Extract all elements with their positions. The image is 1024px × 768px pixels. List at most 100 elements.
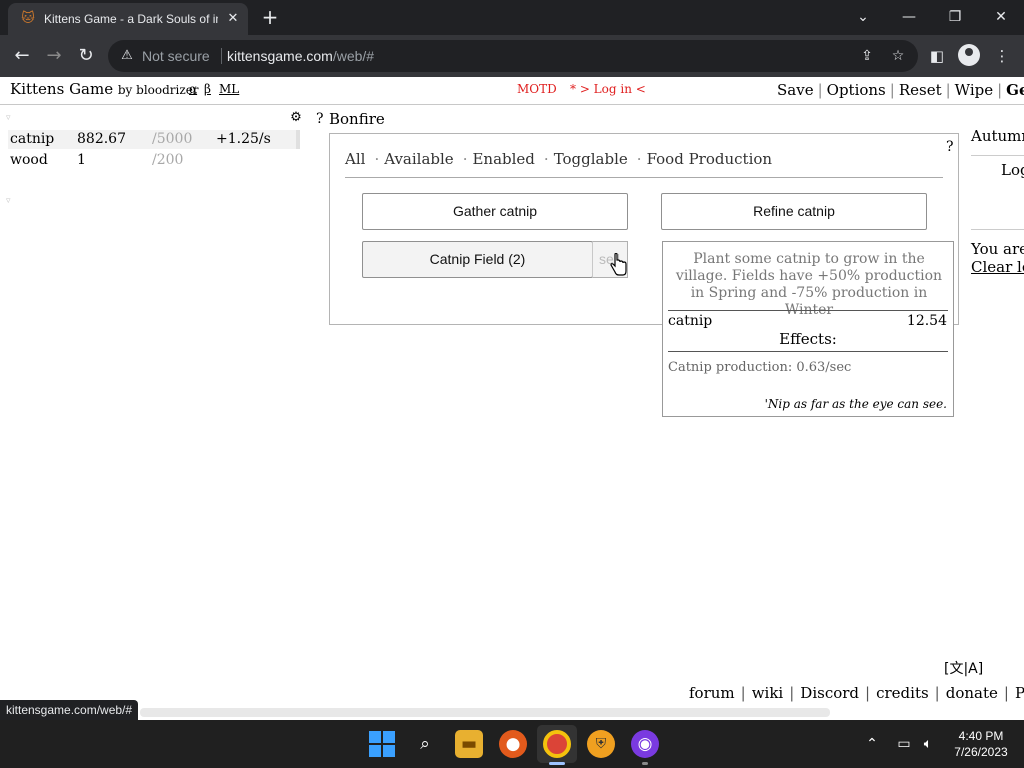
discord-link[interactable]: Discord <box>800 684 859 702</box>
search-icon[interactable]: ⌕ <box>411 730 439 758</box>
footer-separator: | <box>865 684 871 702</box>
url-text[interactable]: kittensgame.com/web/# <box>227 48 374 64</box>
gear-icon[interactable]: ⚙ <box>288 110 304 126</box>
footer-separator: | <box>934 684 940 702</box>
game-name: Kittens Game <box>10 80 114 98</box>
options-link[interactable]: Options <box>827 81 886 99</box>
filter-bar: All · Available · Enabled · Togglable · Food Pro… <box>345 150 772 168</box>
minimize-icon[interactable]: — <box>894 3 924 31</box>
donate-link[interactable]: donate <box>946 684 998 702</box>
filter-separator: · <box>636 150 642 168</box>
filter-available[interactable]: Available <box>384 150 453 168</box>
chrome-icon[interactable] <box>543 730 571 758</box>
resource-row-wood[interactable]: wood 1 /200 <box>8 151 300 170</box>
game-title: Kittens Game by bloodrizer <box>10 80 199 99</box>
resource-row-edge <box>296 130 300 149</box>
right-divider <box>971 229 1024 230</box>
resource-name: wood <box>10 152 48 168</box>
menu-separator: | <box>889 81 895 99</box>
save-link[interactable]: Save <box>777 81 814 99</box>
side-panel-icon[interactable]: ◧ <box>923 42 951 70</box>
url-path: /web/# <box>332 48 375 64</box>
right-divider <box>971 155 1024 156</box>
alpha-link[interactable]: α <box>189 82 197 96</box>
tor-browser-icon[interactable]: ◉ <box>631 730 659 758</box>
credits-link[interactable]: credits <box>876 684 929 702</box>
filter-enabled[interactable]: Enabled <box>472 150 534 168</box>
system-clock[interactable]: 4:40 PM 7/26/2023 <box>950 728 1012 760</box>
collapse-marker-icon[interactable]: ▿ <box>6 196 11 206</box>
reset-link[interactable]: Reset <box>899 81 942 99</box>
omnibox-divider <box>221 48 222 64</box>
beta-link[interactable]: β <box>204 82 211 96</box>
patreon-link[interactable]: Patreon <box>1015 684 1024 702</box>
refine-catnip-button[interactable]: Refine catnip <box>661 193 927 230</box>
resource-name: catnip <box>10 131 55 147</box>
hand-pointer-icon <box>610 253 627 276</box>
tray-overflow-chevron-icon[interactable]: ⌃ <box>862 733 882 755</box>
filter-all[interactable]: All <box>345 150 365 168</box>
warning-icon[interactable]: ⚠ <box>118 47 136 65</box>
volume-icon[interactable]: 🔈︎ <box>918 733 938 755</box>
network-icon[interactable]: ▭ <box>894 733 914 755</box>
profile-avatar-icon[interactable] <box>958 44 980 66</box>
horizontal-scrollbar[interactable] <box>140 708 830 717</box>
language-switch[interactable]: [文|A] <box>944 659 983 679</box>
wiki-link[interactable]: wiki <box>752 684 784 702</box>
filter-separator: · <box>462 150 468 168</box>
browser-tab-bar: 🐱 Kittens Game - a Dark Souls of increme… <box>0 0 1024 35</box>
filter-togglable[interactable]: Togglable <box>554 150 628 168</box>
close-window-icon[interactable]: ✕ <box>986 3 1016 31</box>
header-menu: Save|Options|Reset|Wipe|Get the <box>777 81 1024 99</box>
clear-log-link[interactable]: Clear log <box>971 258 1024 276</box>
forum-link[interactable]: forum <box>689 684 735 702</box>
log-tab[interactable]: Log <box>1001 161 1024 179</box>
wipe-link[interactable]: Wipe <box>955 81 993 99</box>
filter-food-production[interactable]: Food Production <box>647 150 773 168</box>
back-arrow-icon[interactable]: ← <box>8 42 36 70</box>
ml-link[interactable]: ML <box>219 82 239 96</box>
address-bar[interactable]: ⚠ Not secure kittensgame.com/web/# ⇪ ☆ <box>108 40 918 72</box>
catnip-field-button[interactable]: Catnip Field (2) <box>362 241 593 278</box>
firefox-icon[interactable]: ● <box>499 730 527 758</box>
link-status-bubble: kittensgame.com/web/# <box>0 700 139 720</box>
tooltip-description: Plant some catnip to grow in the village… <box>675 251 943 318</box>
kebab-menu-icon[interactable]: ⋮ <box>988 42 1016 70</box>
share-icon[interactable]: ⇪ <box>856 46 878 66</box>
tooltip-price-name: catnip <box>668 313 713 329</box>
login-link[interactable]: * > Log in < <box>570 82 646 96</box>
vpn-shield-icon[interactable]: ⛨ <box>587 730 615 758</box>
new-tab-button[interactable]: + <box>258 5 282 29</box>
file-explorer-icon[interactable]: ▬ <box>455 730 483 758</box>
restore-icon[interactable]: ❐ <box>940 3 970 31</box>
catnip-field-tooltip: Plant some catnip to grow in the village… <box>662 241 954 417</box>
tooltip-flavor-text: 'Nip as far as the eye can see. <box>764 397 947 411</box>
gather-catnip-button[interactable]: Gather catnip <box>362 193 628 230</box>
resource-amount: 882.67 <box>77 131 126 147</box>
collapse-marker-icon[interactable]: ▿ <box>6 113 11 123</box>
calendar-season: Autumn <box>971 127 1024 145</box>
resource-max: /200 <box>152 152 184 168</box>
motd-link[interactable]: MOTD <box>517 82 557 96</box>
tab-search-chevron-icon[interactable]: ⌄ <box>848 3 878 31</box>
panel-help-icon[interactable]: ? <box>946 139 954 155</box>
kitten-favicon-icon: 🐱 <box>21 11 35 26</box>
reload-icon[interactable]: ↻ <box>72 42 100 70</box>
bonfire-tab-title[interactable]: Bonfire <box>329 110 385 128</box>
get-the-link[interactable]: Get the <box>1006 81 1024 99</box>
tooltip-divider <box>668 351 948 352</box>
log-message: You are <box>971 240 1024 258</box>
menu-separator: | <box>945 81 951 99</box>
bonfire-help-icon[interactable]: ? <box>316 111 324 127</box>
security-label[interactable]: Not secure <box>142 48 210 64</box>
close-tab-icon[interactable]: ✕ <box>224 9 242 29</box>
bookmark-star-icon[interactable]: ☆ <box>887 46 909 66</box>
resource-row-catnip[interactable]: catnip 882.67 /5000 +1.25/s <box>8 130 300 149</box>
windows-start-icon[interactable] <box>368 730 396 758</box>
browser-toolbar: ← → ↻ ⚠ Not secure kittensgame.com/web/#… <box>0 35 1024 77</box>
forward-arrow-icon[interactable]: → <box>40 42 68 70</box>
browser-tab[interactable]: 🐱 Kittens Game - a Dark Souls of increme… <box>8 3 248 35</box>
tooltip-effect: Catnip production: 0.63/sec <box>668 360 852 375</box>
clock-date: 7/26/2023 <box>954 745 1008 759</box>
footer-links: forum | wiki | Discord | credits | donate | Patreo… <box>689 684 1024 702</box>
